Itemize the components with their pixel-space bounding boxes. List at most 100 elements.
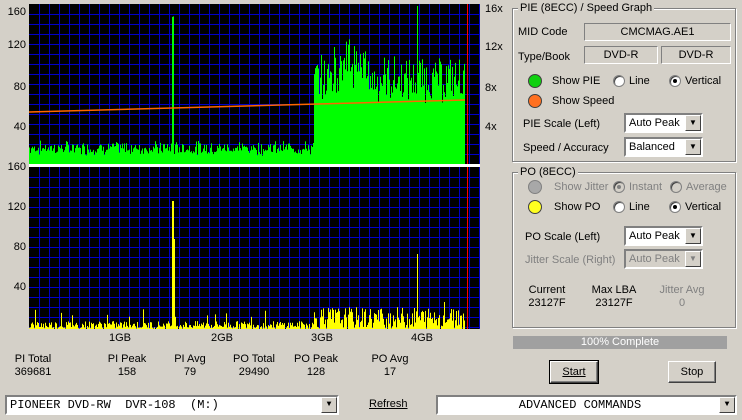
current-lba: Current 23127F: [517, 284, 577, 310]
po-scale-label: PO Scale (Left): [525, 231, 601, 243]
pie-line-label[interactable]: Line: [629, 75, 650, 87]
max-lba-value: 23127F: [595, 297, 633, 309]
pie-color-indicator: [528, 74, 542, 88]
stat-value: 17: [383, 366, 397, 378]
jitter-instant-label: Instant: [629, 181, 663, 193]
drive-value: PIONEER DVD-RW DVR-108 (M:): [10, 398, 219, 412]
stop-button[interactable]: Stop: [668, 361, 716, 383]
po-graph: [29, 167, 480, 329]
speed-accuracy-value: Balanced: [629, 141, 675, 153]
type-book-label: Type/Book: [518, 51, 570, 63]
x-axis-tick: 1GB: [109, 332, 132, 344]
jitter-avg: Jitter Avg 0: [652, 284, 712, 310]
stat-label: PO Total: [233, 353, 275, 365]
current-label: Current: [528, 284, 566, 296]
drive-select[interactable]: PIONEER DVD-RW DVR-108 (M:) ▼: [5, 395, 339, 415]
mid-code-label: MID Code: [518, 26, 568, 38]
x-axis-tick: 3GB: [311, 332, 334, 344]
stat-label: PI Peak: [107, 353, 147, 365]
book-value: DVD-R: [661, 46, 731, 64]
advanced-commands-select[interactable]: ADVANCED COMMANDS ▼: [436, 395, 737, 415]
pie-vertical-label[interactable]: Vertical: [685, 75, 721, 87]
speed-axis-tick: 12x: [485, 41, 503, 53]
x-axis-tick: 2GB: [211, 332, 234, 344]
jitter-scale-label: Jitter Scale (Right): [525, 254, 616, 266]
chevron-down-icon[interactable]: ▼: [719, 397, 735, 413]
progress-bar: 100% Complete: [513, 336, 727, 349]
progress-text: 100% Complete: [580, 336, 660, 348]
po-line-radio[interactable]: [613, 201, 625, 213]
jitter-average-radio: [670, 181, 682, 193]
po-axis-left-tick: 160: [7, 161, 26, 173]
speed-axis-tick: 8x: [485, 82, 497, 94]
pie-graph-canvas: [28, 4, 480, 164]
show-po-label[interactable]: Show PO: [554, 201, 600, 213]
stat-value: 158: [117, 366, 137, 378]
chevron-down-icon[interactable]: ▼: [321, 397, 337, 413]
speed-accuracy-select[interactable]: Balanced ▼: [624, 137, 703, 157]
speed-axis-tick: 4x: [485, 121, 497, 133]
po-axis-left-tick: 80: [13, 241, 26, 253]
advanced-commands-value: ADVANCED COMMANDS: [518, 398, 642, 412]
refresh-link[interactable]: Refresh: [369, 398, 408, 410]
stat-value: 128: [306, 366, 326, 378]
pie-graph: [28, 4, 480, 164]
po-group-title: PO (8ECC): [518, 166, 578, 178]
po-scale-value: Auto Peak: [629, 230, 680, 242]
stat-label: PO Peak: [293, 353, 339, 365]
pie-axis-left-tick: 40: [13, 121, 26, 133]
jitter-color-indicator: [528, 180, 542, 194]
po-vertical-radio[interactable]: [669, 201, 681, 213]
pie-axis-left-tick: 160: [7, 6, 26, 18]
pie-line-radio[interactable]: [613, 75, 625, 87]
po-scale-select[interactable]: Auto Peak ▼: [624, 226, 703, 246]
pie-group-title: PIE (8ECC) / Speed Graph: [518, 2, 655, 14]
x-axis-tick: 4GB: [411, 332, 434, 344]
chevron-down-icon[interactable]: ▼: [685, 228, 701, 244]
stat-pi-peak: PI Peak 158: [97, 353, 157, 379]
po-graph-canvas: [29, 167, 480, 329]
jitter-average-label: Average: [686, 181, 727, 193]
speed-axis-tick: 16x: [485, 3, 503, 15]
stat-label: PI Total: [14, 353, 52, 365]
pie-scale-label: PIE Scale (Left): [523, 118, 601, 130]
jitter-avg-value: 0: [678, 297, 686, 309]
show-pie-label[interactable]: Show PIE: [552, 75, 600, 87]
stat-pi-total: PI Total 369681: [3, 353, 63, 379]
jitter-avg-label: Jitter Avg: [659, 284, 705, 296]
stat-label: PO Avg: [371, 353, 409, 365]
pie-scale-value: Auto Peak: [629, 117, 680, 129]
po-axis-left-tick: 120: [7, 201, 26, 213]
stat-label: PI Avg: [174, 353, 206, 365]
show-jitter-label: Show Jitter: [554, 181, 609, 193]
max-lba: Max LBA 23127F: [584, 284, 644, 310]
jitter-scale-select: Auto Peak ▼: [624, 249, 703, 269]
stat-po-total: PO Total 29490: [224, 353, 284, 379]
stat-pi-avg: PI Avg 79: [160, 353, 220, 379]
stat-value: 79: [183, 366, 197, 378]
show-speed-label[interactable]: Show Speed: [552, 95, 614, 107]
start-button[interactable]: Start: [549, 360, 599, 384]
chevron-down-icon[interactable]: ▼: [685, 139, 701, 155]
jitter-instant-radio: [613, 181, 625, 193]
jitter-scale-value: Auto Peak: [629, 253, 680, 265]
type-value: DVD-R: [584, 46, 658, 64]
max-lba-label: Max LBA: [591, 284, 637, 296]
po-color-indicator: [528, 200, 542, 214]
stat-value: 29490: [238, 366, 270, 378]
chevron-down-icon[interactable]: ▼: [685, 115, 701, 131]
pie-vertical-radio[interactable]: [669, 75, 681, 87]
pie-axis-left-tick: 120: [7, 39, 26, 51]
pie-scale-select[interactable]: Auto Peak ▼: [624, 113, 703, 133]
pie-axis-left-tick: 80: [13, 81, 26, 93]
po-axis-left-tick: 40: [13, 281, 26, 293]
po-vertical-label[interactable]: Vertical: [685, 201, 721, 213]
stop-button-label: Stop: [680, 366, 704, 378]
start-button-label: Start: [562, 366, 586, 378]
po-line-label[interactable]: Line: [629, 201, 650, 213]
stat-value: 369681: [14, 366, 52, 378]
stat-po-avg: PO Avg 17: [360, 353, 420, 379]
current-value: 23127F: [528, 297, 566, 309]
mid-code-value: CMCMAG.AE1: [584, 23, 731, 41]
chevron-down-icon: ▼: [685, 251, 701, 267]
